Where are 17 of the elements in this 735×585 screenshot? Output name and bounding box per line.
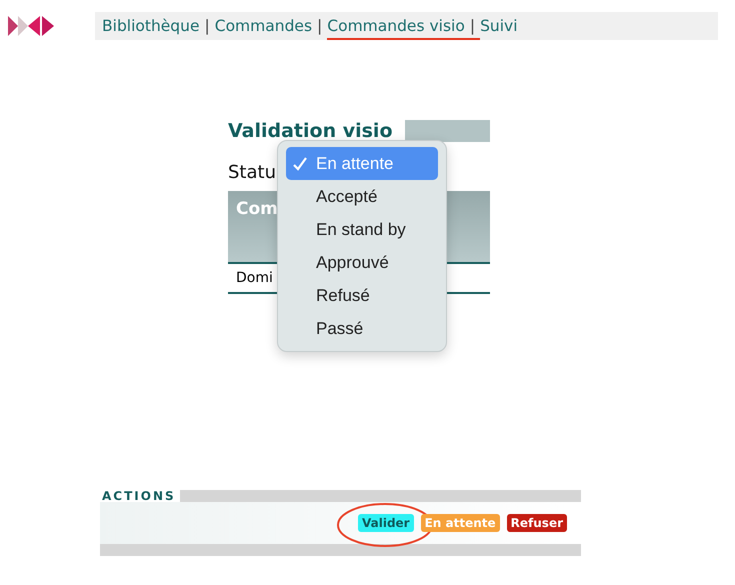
nav-link[interactable]: Bibliothèque bbox=[102, 17, 200, 35]
nav-link[interactable]: Suivi bbox=[480, 17, 518, 35]
nav-link[interactable]: Commandes bbox=[214, 17, 312, 35]
action-button[interactable]: Refuser bbox=[506, 514, 567, 532]
nav-link[interactable]: Commandes visio bbox=[327, 17, 465, 35]
status-label: Statu bbox=[228, 162, 276, 183]
dropdown-option[interactable]: En stand by bbox=[286, 213, 438, 246]
column-header: Com bbox=[236, 199, 278, 219]
nav-separator: | bbox=[317, 17, 322, 35]
page-title: Validation visio bbox=[228, 120, 392, 142]
nav-separator: | bbox=[470, 17, 476, 35]
check-icon bbox=[292, 156, 308, 172]
dropdown-option[interactable]: Accepté bbox=[286, 180, 438, 213]
dropdown-option[interactable]: En attente bbox=[286, 147, 438, 180]
nav-separator: | bbox=[204, 17, 210, 35]
action-button[interactable]: Valider bbox=[358, 514, 414, 532]
dropdown-option[interactable]: Passé bbox=[286, 312, 438, 345]
